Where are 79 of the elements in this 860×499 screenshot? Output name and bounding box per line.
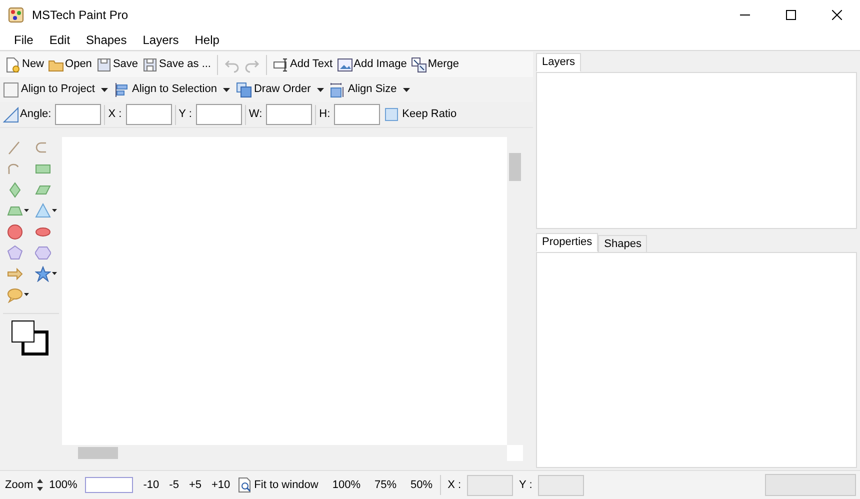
- toolbar-button[interactable]: Save: [94, 54, 140, 76]
- magnifier-page-icon: [238, 477, 252, 493]
- zoom-step-button[interactable]: +10: [212, 476, 230, 494]
- caret-icon: [100, 88, 108, 92]
- zoom-step-button[interactable]: -10: [143, 476, 160, 494]
- zoom-label: Zoom: [5, 478, 34, 493]
- zoom-preset-button[interactable]: 50%: [410, 476, 433, 494]
- close-icon: [832, 10, 842, 20]
- zoom-step-button[interactable]: +5: [188, 476, 202, 494]
- caret-icon: [52, 209, 57, 212]
- menu-item[interactable]: Help: [186, 30, 228, 50]
- menu-item[interactable]: Edit: [41, 30, 78, 50]
- coordinate-label: Y :: [519, 478, 532, 493]
- caret-icon: [24, 209, 29, 212]
- fit-to-window-button[interactable]: Fit to window: [238, 476, 318, 494]
- zoom-slider-field[interactable]: [85, 477, 134, 493]
- field-label: W:: [248, 107, 262, 122]
- dropdown-button[interactable]: Draw Order: [236, 78, 330, 100]
- image-icon: [336, 56, 353, 72]
- input-field[interactable]: [334, 104, 380, 125]
- toolbar-button[interactable]: Add Image: [334, 54, 409, 76]
- dropdown-button[interactable]: Align to Selection: [114, 78, 236, 100]
- coordinate-field: [467, 474, 514, 496]
- text-icon: [273, 56, 289, 72]
- circle-icon: [7, 224, 23, 240]
- keep-ratio-checkbox[interactable]: Keep Ratio: [385, 106, 457, 123]
- input-field[interactable]: [55, 104, 102, 125]
- menu-item[interactable]: Shapes: [78, 30, 135, 50]
- toolbar-button[interactable]: New: [3, 54, 46, 76]
- field-label: X :: [108, 107, 122, 122]
- color-swatches-icon: [11, 320, 49, 356]
- toolbar-button[interactable]: Merge: [408, 54, 461, 76]
- zoom-step-button[interactable]: -5: [169, 476, 179, 494]
- panel-tab[interactable]: Shapes: [598, 235, 648, 252]
- caret-icon: [24, 293, 29, 296]
- selection-icon: [114, 82, 130, 98]
- save-icon: [96, 56, 112, 72]
- caret-icon: [222, 88, 230, 92]
- diamond-icon: [7, 182, 23, 198]
- project-icon: [3, 82, 19, 98]
- menu-item[interactable]: Layers: [134, 30, 187, 50]
- toolbar-button[interactable]: Add Text: [271, 54, 335, 76]
- coordinate-label: X :: [448, 478, 462, 493]
- toolbar-button[interactable]: Open: [46, 54, 94, 76]
- field-label: Y :: [178, 107, 192, 122]
- angle-icon: [3, 106, 19, 122]
- triangle-icon: [35, 202, 51, 218]
- caret-icon: [52, 272, 57, 275]
- callout-icon: [7, 286, 23, 302]
- merge-icon: [410, 56, 427, 72]
- zoom-preset-button[interactable]: 75%: [374, 476, 397, 494]
- toolbar-button[interactable]: Save as ...: [140, 54, 213, 76]
- input-field[interactable]: [126, 104, 172, 125]
- arrow-icon: [7, 266, 23, 282]
- panel-tab[interactable]: Layers: [536, 53, 582, 72]
- caret-icon: [316, 88, 324, 92]
- paint-palette-icon: [8, 7, 24, 23]
- field-label: H:: [319, 107, 330, 122]
- panel-tab[interactable]: Properties: [536, 233, 598, 252]
- maximize-icon: [786, 10, 796, 20]
- new-icon: [5, 56, 21, 72]
- menu-item[interactable]: File: [6, 30, 42, 50]
- order-icon: [236, 82, 252, 98]
- coordinate-field: [538, 474, 584, 496]
- input-field[interactable]: [266, 104, 312, 125]
- zoom-value: 100%: [49, 478, 78, 493]
- hexagon-icon: [35, 244, 51, 260]
- dropdown-button[interactable]: Align Size: [330, 78, 416, 100]
- spinner-arrows-icon: [37, 478, 44, 492]
- window-title: MSTech Paint Pro: [32, 7, 130, 24]
- dropdown-button[interactable]: Align to Project: [3, 78, 114, 100]
- field-label: Angle:: [20, 107, 52, 122]
- caret-icon: [402, 88, 410, 92]
- zoom-preset-button[interactable]: 100%: [332, 476, 361, 494]
- pentagon-icon: [7, 244, 23, 260]
- input-field[interactable]: [196, 104, 242, 125]
- star-icon: [35, 266, 51, 282]
- size-icon: [330, 82, 346, 98]
- save-as-icon: [142, 56, 158, 72]
